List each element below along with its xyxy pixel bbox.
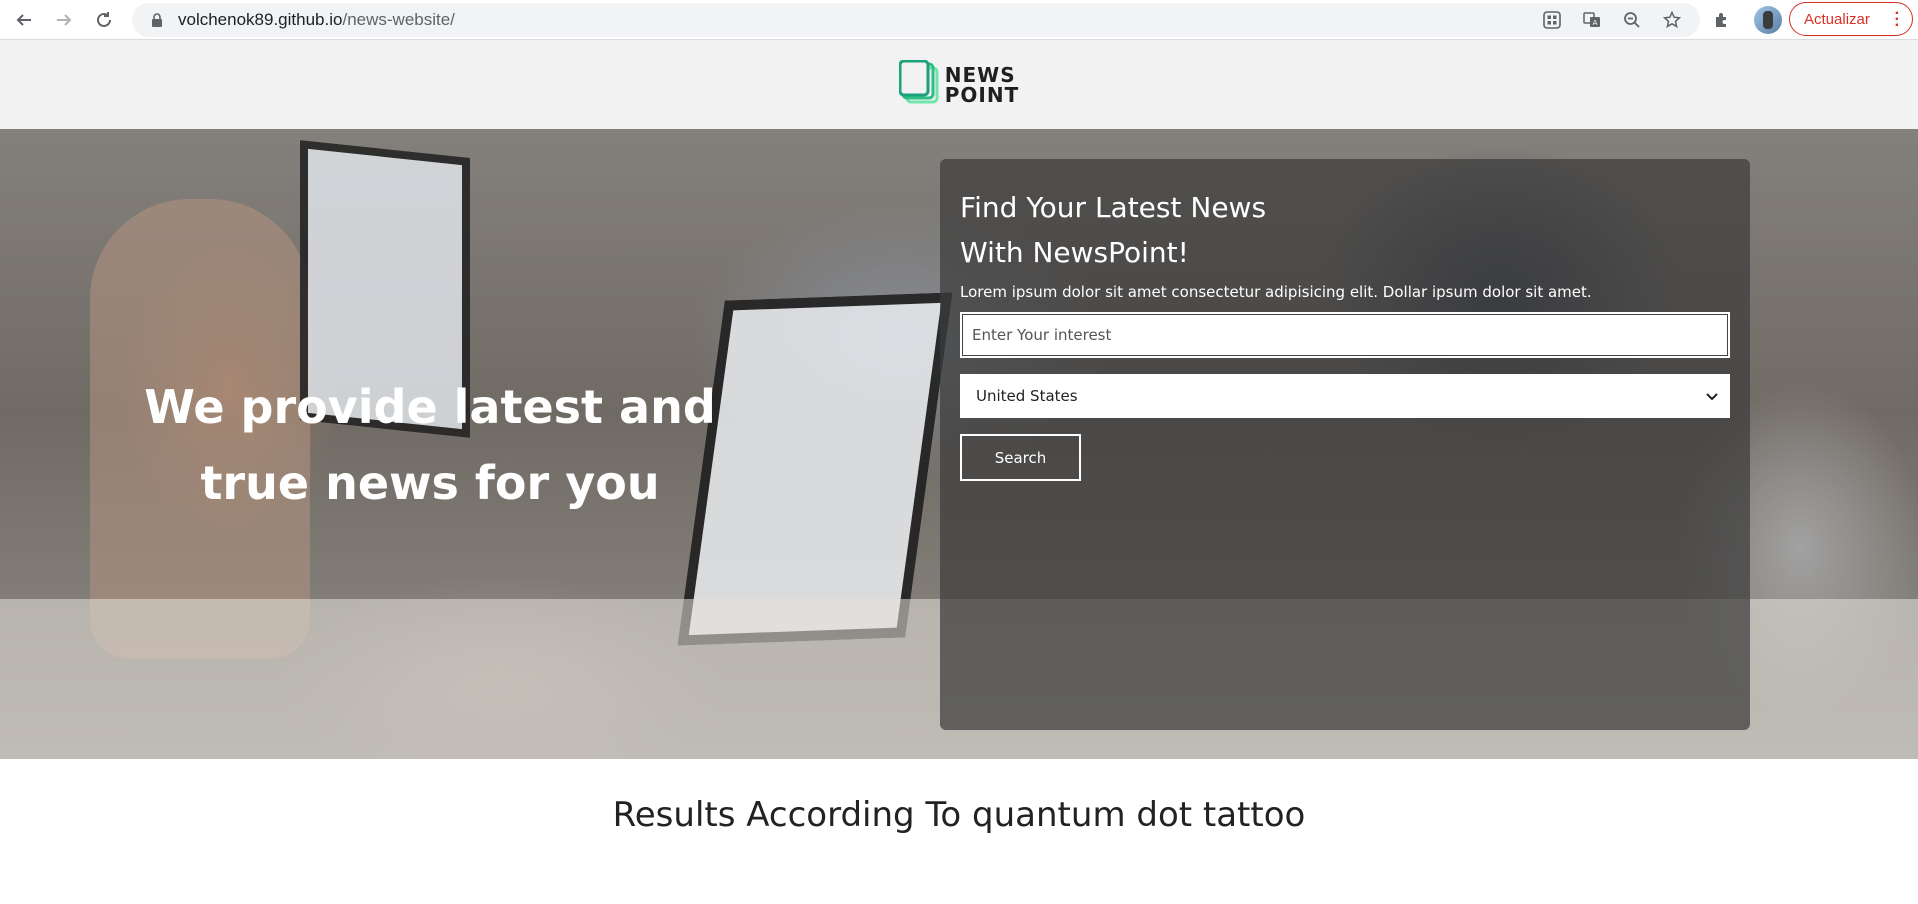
country-selected-value: United States <box>976 387 1078 405</box>
profile-avatar[interactable] <box>1754 6 1782 34</box>
browser-toolbar: volchenok89.github.io/news-website/ A Ac… <box>0 0 1918 40</box>
card-description: Lorem ipsum dolor sit amet consectetur a… <box>960 283 1592 301</box>
results-heading: Results According To quantum dot tattoo <box>612 795 1306 835</box>
country-select[interactable]: United States <box>960 374 1730 418</box>
lock-icon[interactable] <box>148 11 166 29</box>
newspoint-logo[interactable]: NEWS POINT <box>898 59 1020 110</box>
chevron-down-icon <box>1706 387 1718 405</box>
address-bar[interactable]: volchenok89.github.io/news-website/ A <box>132 3 1700 37</box>
extensions-icon[interactable] <box>1706 4 1738 36</box>
logo-line-point: POINT <box>944 82 1020 107</box>
update-button[interactable]: Actualizar · · · <box>1789 2 1913 36</box>
reload-icon[interactable] <box>88 4 120 36</box>
zoom-icon[interactable] <box>1616 4 1648 36</box>
logo-line-news: NEWS <box>944 62 1016 87</box>
back-icon[interactable] <box>8 4 40 36</box>
menu-dots-icon: · · · <box>1894 5 1900 34</box>
translate-icon[interactable]: A <box>1576 4 1608 36</box>
card-title-line2: With NewsPoint! <box>960 236 1189 269</box>
search-card: Find Your Latest News With NewsPoint! Lo… <box>940 159 1750 730</box>
hero-section: We provide latest and true news for you … <box>0 129 1918 759</box>
card-title-line1: Find Your Latest News <box>960 191 1267 224</box>
interest-input[interactable] <box>960 312 1730 358</box>
forward-icon[interactable] <box>48 4 80 36</box>
site-header: NEWS POINT <box>0 40 1918 129</box>
search-button[interactable]: Search <box>960 434 1081 481</box>
bookmark-star-icon[interactable] <box>1656 4 1688 36</box>
hero-headline: We provide latest and true news for you <box>144 380 716 510</box>
svg-text:A: A <box>1593 19 1598 27</box>
url-text: volchenok89.github.io/news-website/ <box>178 10 455 29</box>
apps-icon[interactable] <box>1536 4 1568 36</box>
logo-pages-icon <box>898 59 941 110</box>
